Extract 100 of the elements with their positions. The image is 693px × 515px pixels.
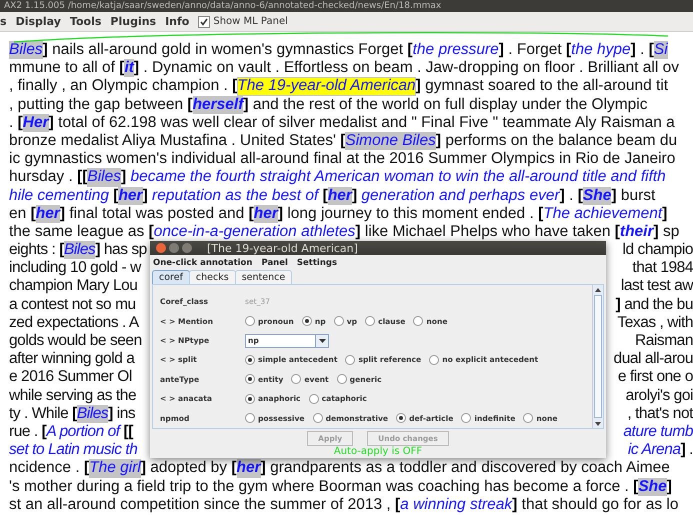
- document-text: ty . While: [9, 404, 70, 423]
- mention-text[interactable]: ic Arena: [628, 441, 681, 460]
- bracket-mark: [: [232, 77, 238, 96]
- radio-button[interactable]: [413, 316, 424, 326]
- mention-text[interactable]: her: [254, 204, 278, 223]
- radio-button[interactable]: [312, 413, 323, 424]
- mention-text[interactable]: Biles: [87, 168, 121, 186]
- checkbox-label[interactable]: Show ML Panel: [213, 16, 288, 27]
- mention-text[interactable]: her: [118, 186, 143, 205]
- mention-text[interactable]: became the fourth straight American woman to win the all-around title and fifth: [126, 168, 666, 186]
- radio-button[interactable]: [302, 316, 312, 326]
- mention-text[interactable]: set to Latin music th: [9, 441, 138, 460]
- document-text: adopted by: [149, 459, 228, 478]
- bracket-mark: [: [322, 186, 328, 205]
- mention-text[interactable]: the pressure: [412, 41, 499, 60]
- menu-item[interactable]: Info: [165, 15, 190, 28]
- bracket-mark: ]: [355, 222, 361, 242]
- mention-text[interactable]: reputation as the best of: [148, 186, 323, 205]
- bracket-mark: ]: [498, 41, 504, 60]
- mention-text[interactable]: Biles: [76, 404, 108, 423]
- mention-text[interactable]: generation and perhaps ever: [357, 186, 560, 205]
- document-text: while serving as the: [9, 386, 136, 405]
- mention-text[interactable]: The 19-year-old American: [237, 77, 416, 96]
- mention-text[interactable]: Si: [654, 41, 668, 60]
- mention-text[interactable]: She: [638, 478, 667, 496]
- mention-text[interactable]: The girl: [89, 459, 141, 478]
- menu-item[interactable]: Settings: [296, 258, 338, 268]
- mention-text[interactable]: A portion of: [46, 422, 124, 442]
- menu-item[interactable]: s: [0, 15, 7, 28]
- radio-button[interactable]: [308, 394, 319, 404]
- document-text: ins: [116, 404, 136, 423]
- radio-button[interactable]: [245, 394, 255, 404]
- document-text: , putting the gap between: [9, 96, 184, 114]
- radio-button[interactable]: [365, 316, 376, 326]
- mention-text[interactable]: her: [36, 204, 60, 223]
- bracket-mark: ]: [95, 241, 100, 260]
- document-text: Texas , with: [617, 314, 693, 332]
- document-text: including 10 gold - w: [9, 259, 141, 278]
- radio-button[interactable]: [245, 316, 255, 326]
- mention-text[interactable]: Simone Biles: [345, 132, 436, 150]
- radio-button[interactable]: [245, 374, 255, 384]
- up-arrow-icon[interactable]: [595, 288, 601, 292]
- mention-text[interactable]: herself: [192, 96, 244, 114]
- radio-button[interactable]: [336, 374, 347, 384]
- document-text: like Michael Phelps who have taken: [364, 222, 612, 242]
- bracket-mark: [[: [124, 422, 133, 442]
- mention-text[interactable]: the hype: [571, 41, 631, 60]
- radio-button[interactable]: [523, 413, 534, 424]
- bracket-mark: [: [59, 241, 64, 260]
- mention-text[interactable]: hile cementing: [9, 186, 114, 205]
- mention-text[interactable]: Biles: [9, 41, 43, 60]
- mention-text[interactable]: their: [620, 222, 654, 242]
- scrollbar-thumb[interactable]: [594, 295, 602, 418]
- bracket-mark: [: [18, 114, 23, 132]
- bracket-mark: [: [633, 478, 638, 496]
- mention-text[interactable]: Biles: [64, 241, 96, 260]
- scrollbar[interactable]: [592, 285, 603, 428]
- tab[interactable]: checks: [188, 270, 236, 284]
- mention-text[interactable]: ature tumb: [623, 422, 693, 442]
- menu-item[interactable]: Plugins: [110, 15, 156, 28]
- mention-text[interactable]: her: [328, 186, 352, 205]
- down-arrow-icon[interactable]: [595, 422, 601, 426]
- maximize-button[interactable]: [182, 243, 192, 254]
- document-text: st an all-around competition since the summer of 2013 ,: [9, 496, 392, 514]
- menu-item[interactable]: One-click annotation: [153, 258, 252, 268]
- bracket-mark: ]: [121, 168, 126, 186]
- mention-text[interactable]: it: [124, 59, 134, 78]
- bracket-mark: ]: [260, 459, 266, 478]
- radio-button[interactable]: [245, 354, 255, 365]
- document-text: .: [688, 441, 693, 460]
- radio-button[interactable]: [461, 413, 472, 424]
- menu-item[interactable]: Tools: [70, 15, 102, 28]
- tab[interactable]: coref: [152, 270, 190, 284]
- bracket-mark: [: [42, 422, 46, 442]
- minimize-button[interactable]: [169, 243, 179, 254]
- mention-text[interactable]: The achievement: [543, 204, 662, 223]
- bracket-mark: [: [538, 204, 544, 223]
- close-button[interactable]: [156, 243, 166, 254]
- tab[interactable]: sentence: [234, 270, 292, 284]
- mention-text[interactable]: Her: [22, 114, 49, 132]
- checkbox[interactable]: [198, 16, 210, 28]
- document-text: .: [568, 186, 574, 205]
- mention-text[interactable]: her: [236, 459, 261, 478]
- radio-button[interactable]: [429, 354, 440, 365]
- bracket-mark: ]: [666, 478, 672, 496]
- bracket-mark: [: [407, 41, 413, 60]
- radio-button[interactable]: [245, 413, 255, 424]
- menu-item[interactable]: Display: [16, 15, 61, 28]
- document-text: golds would be seen: [9, 332, 142, 350]
- document-text: burst: [620, 186, 656, 205]
- radio-button[interactable]: [396, 413, 406, 424]
- document-text: eights :: [9, 241, 56, 260]
- document-text: performs on the balance beam du: [444, 132, 678, 150]
- radio-button[interactable]: [334, 316, 344, 326]
- mention-text[interactable]: once-in-a-generation athletes: [154, 222, 356, 242]
- radio-button[interactable]: [345, 354, 356, 365]
- mention-text[interactable]: a winning streak: [400, 496, 512, 514]
- radio-button[interactable]: [291, 374, 302, 384]
- menu-item[interactable]: Panel: [261, 258, 288, 268]
- mention-text[interactable]: She: [582, 186, 612, 205]
